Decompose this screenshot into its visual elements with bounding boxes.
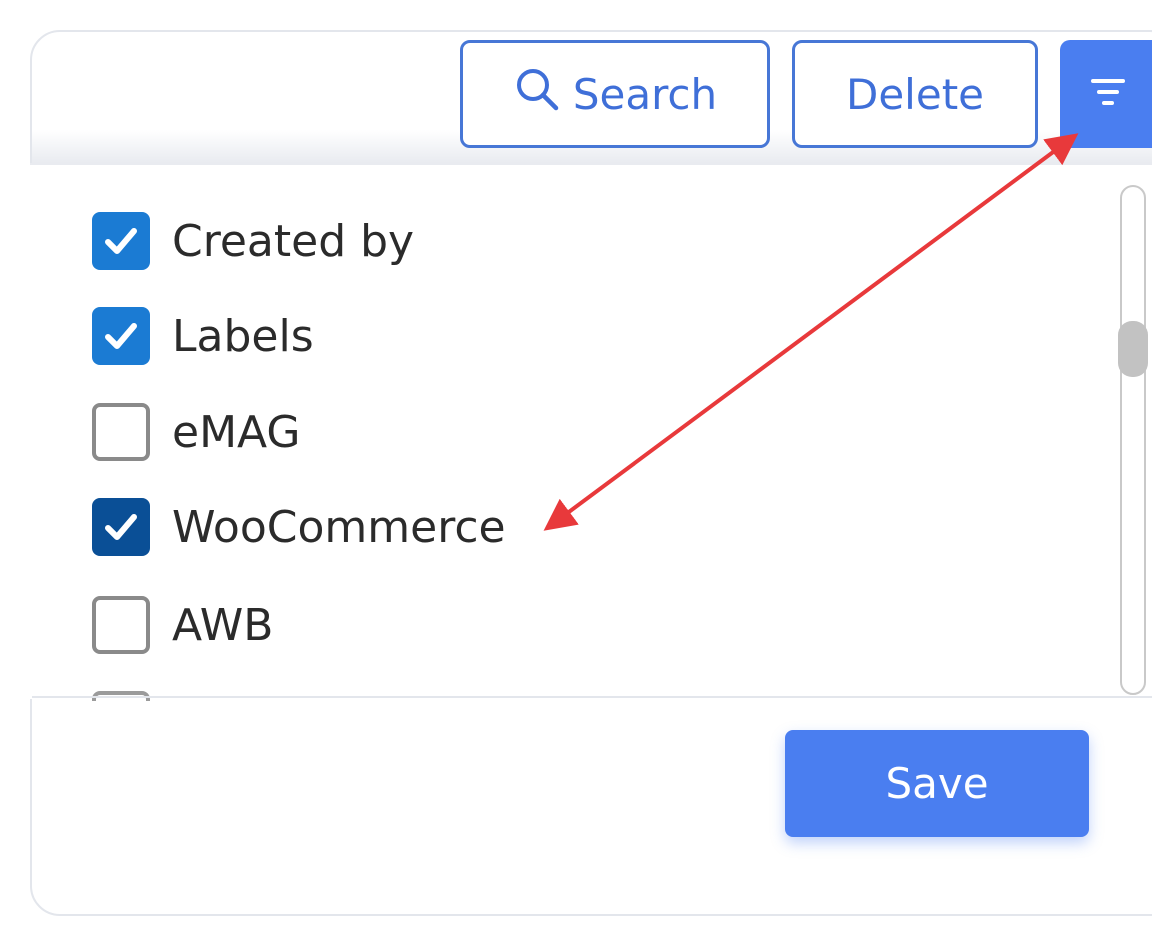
search-button-label: Search [572, 69, 718, 119]
option-label: WooCommerce [172, 501, 506, 553]
option-emag[interactable]: eMAG [92, 402, 300, 462]
delete-button[interactable]: Delete [792, 40, 1038, 148]
save-button-label: Save [885, 759, 989, 808]
checkbox-unchecked[interactable] [92, 403, 150, 461]
search-button[interactable]: Search [460, 40, 770, 148]
option-woocommerce[interactable]: WooCommerce [92, 497, 506, 557]
checkbox-unchecked[interactable] [92, 596, 150, 654]
checkbox-checked[interactable] [92, 212, 150, 270]
scrollbar-thumb[interactable] [1118, 321, 1148, 377]
checkmark-icon [105, 514, 137, 540]
footer-divider [32, 696, 1152, 698]
columns-dropdown: Created by Labels eMAG WooCommerce AWB [30, 163, 1152, 701]
save-button[interactable]: Save [785, 730, 1089, 837]
checkbox-checked[interactable] [92, 307, 150, 365]
checkmark-icon [105, 228, 137, 254]
option-label: AWB [172, 599, 274, 651]
checkmark-icon [105, 323, 137, 349]
filter-icon [1088, 72, 1128, 116]
option-labels[interactable]: Labels [92, 306, 314, 366]
option-awb[interactable]: AWB [92, 595, 273, 655]
checkbox-checked[interactable] [92, 498, 150, 556]
option-label: eMAG [172, 406, 301, 458]
option-label: Created by [172, 215, 415, 267]
option-label: Labels [172, 310, 314, 362]
delete-button-label: Delete [846, 69, 984, 119]
column-filter-panel: Search Delete Created by Labels eMAG Woo… [0, 0, 1152, 928]
search-icon [513, 65, 561, 123]
scrollbar-track[interactable] [1120, 185, 1146, 695]
option-created-by[interactable]: Created by [92, 211, 414, 271]
filter-button[interactable] [1060, 40, 1152, 148]
